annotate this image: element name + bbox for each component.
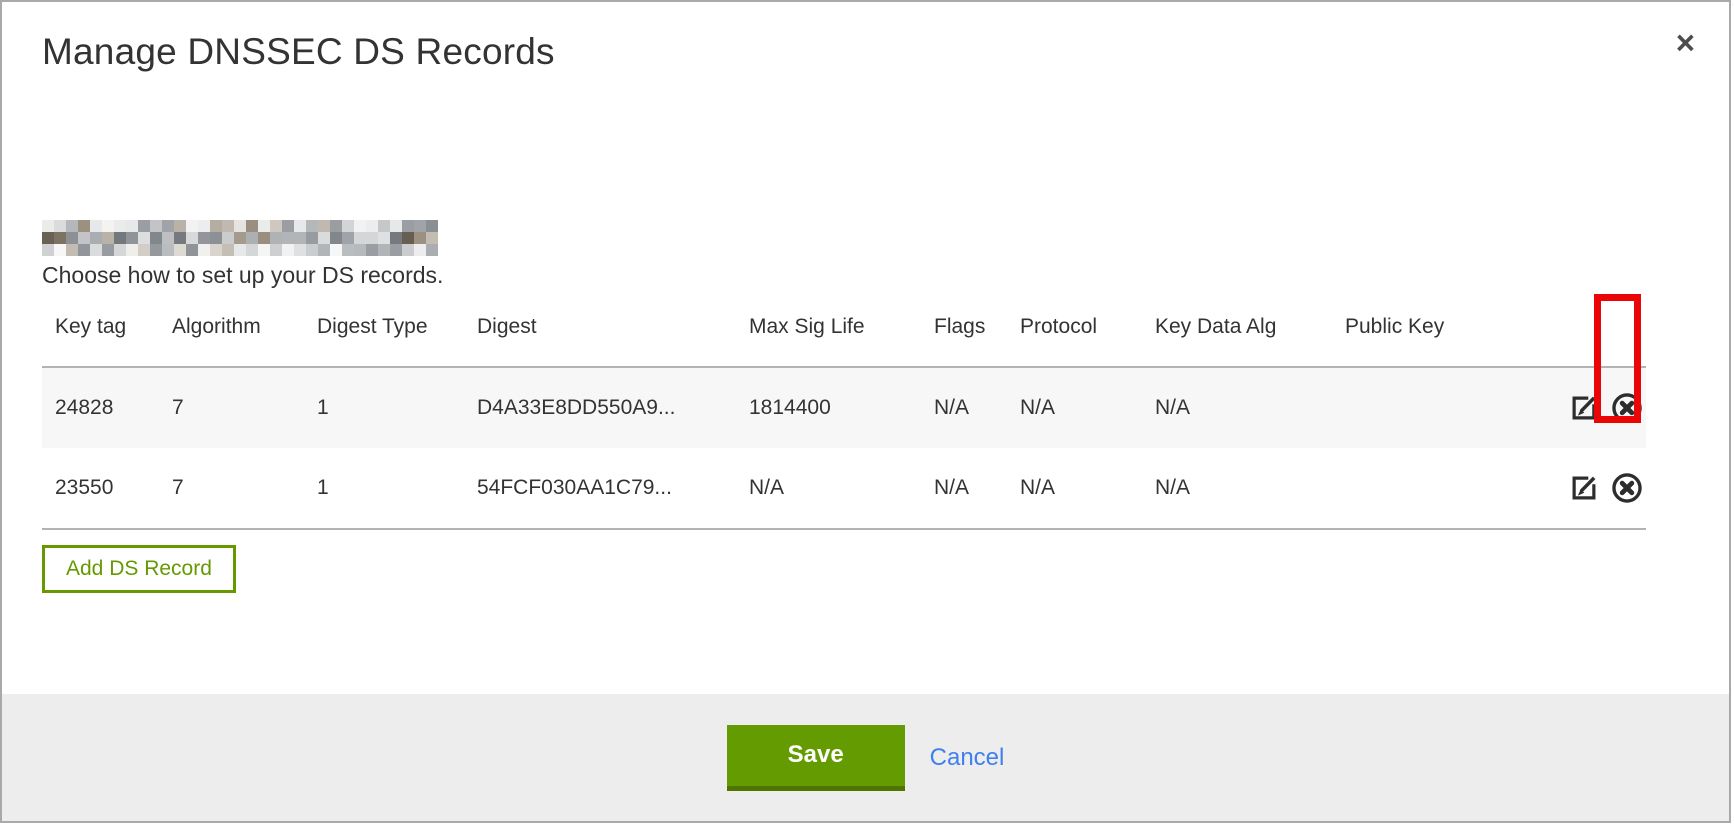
cell-protocol: N/A bbox=[1020, 448, 1155, 529]
cell-digest: D4A33E8DD550A9... bbox=[477, 367, 749, 448]
cell-max-sig-life: 1814400 bbox=[749, 367, 934, 448]
row-actions bbox=[1550, 367, 1646, 448]
close-icon[interactable]: × bbox=[1676, 26, 1695, 59]
cell-digest-type: 1 bbox=[317, 448, 477, 529]
column-header: Key Data Alg bbox=[1155, 289, 1345, 367]
delete-circle-icon[interactable] bbox=[1610, 391, 1644, 425]
add-ds-record-button[interactable]: Add DS Record bbox=[42, 545, 236, 593]
column-header: Public Key bbox=[1345, 289, 1550, 367]
cell-algorithm: 7 bbox=[172, 448, 317, 529]
modal-footer: Save Cancel bbox=[2, 694, 1729, 821]
ds-records-table-wrap: Key tagAlgorithmDigest TypeDigestMax Sig… bbox=[42, 289, 1689, 530]
cell-protocol: N/A bbox=[1020, 367, 1155, 448]
cancel-link[interactable]: Cancel bbox=[930, 744, 1005, 772]
ds-records-table: Key tagAlgorithmDigest TypeDigestMax Sig… bbox=[42, 289, 1646, 530]
domain-name-redacted bbox=[42, 220, 438, 256]
column-header: Max Sig Life bbox=[749, 289, 934, 367]
table-header-row: Key tagAlgorithmDigest TypeDigestMax Sig… bbox=[42, 289, 1646, 367]
row-actions bbox=[1550, 448, 1646, 529]
cell-public-key bbox=[1345, 448, 1550, 529]
cell-key-tag: 24828 bbox=[42, 367, 172, 448]
column-header: Flags bbox=[934, 289, 1020, 367]
cell-flags: N/A bbox=[934, 367, 1020, 448]
cell-key-data-alg: N/A bbox=[1155, 367, 1345, 448]
edit-icon[interactable] bbox=[1568, 472, 1600, 504]
cell-max-sig-life: N/A bbox=[749, 448, 934, 529]
column-header: Digest Type bbox=[317, 289, 477, 367]
page-title: Manage DNSSEC DS Records bbox=[42, 30, 1689, 74]
cell-key-tag: 23550 bbox=[42, 448, 172, 529]
cell-key-data-alg: N/A bbox=[1155, 448, 1345, 529]
dnssec-modal: Manage DNSSEC DS Records × Choose how to… bbox=[0, 0, 1731, 823]
column-header: Protocol bbox=[1020, 289, 1155, 367]
cell-digest-type: 1 bbox=[317, 367, 477, 448]
save-button[interactable]: Save bbox=[727, 725, 905, 791]
modal-body: Manage DNSSEC DS Records × Choose how to… bbox=[2, 2, 1729, 696]
column-header: Digest bbox=[477, 289, 749, 367]
cell-public-key bbox=[1345, 367, 1550, 448]
cell-digest: 54FCF030AA1C79... bbox=[477, 448, 749, 529]
delete-circle-icon[interactable] bbox=[1610, 471, 1644, 505]
setup-instruction-text: Choose how to set up your DS records. bbox=[42, 262, 1689, 289]
column-header-actions bbox=[1550, 289, 1646, 367]
column-header: Algorithm bbox=[172, 289, 317, 367]
column-header: Key tag bbox=[42, 289, 172, 367]
table-row: 23550 7 1 54FCF030AA1C79... N/A N/A N/A … bbox=[42, 448, 1646, 529]
cell-flags: N/A bbox=[934, 448, 1020, 529]
cell-algorithm: 7 bbox=[172, 367, 317, 448]
edit-icon[interactable] bbox=[1568, 392, 1600, 424]
table-row: 24828 7 1 D4A33E8DD550A9... 1814400 N/A … bbox=[42, 367, 1646, 448]
